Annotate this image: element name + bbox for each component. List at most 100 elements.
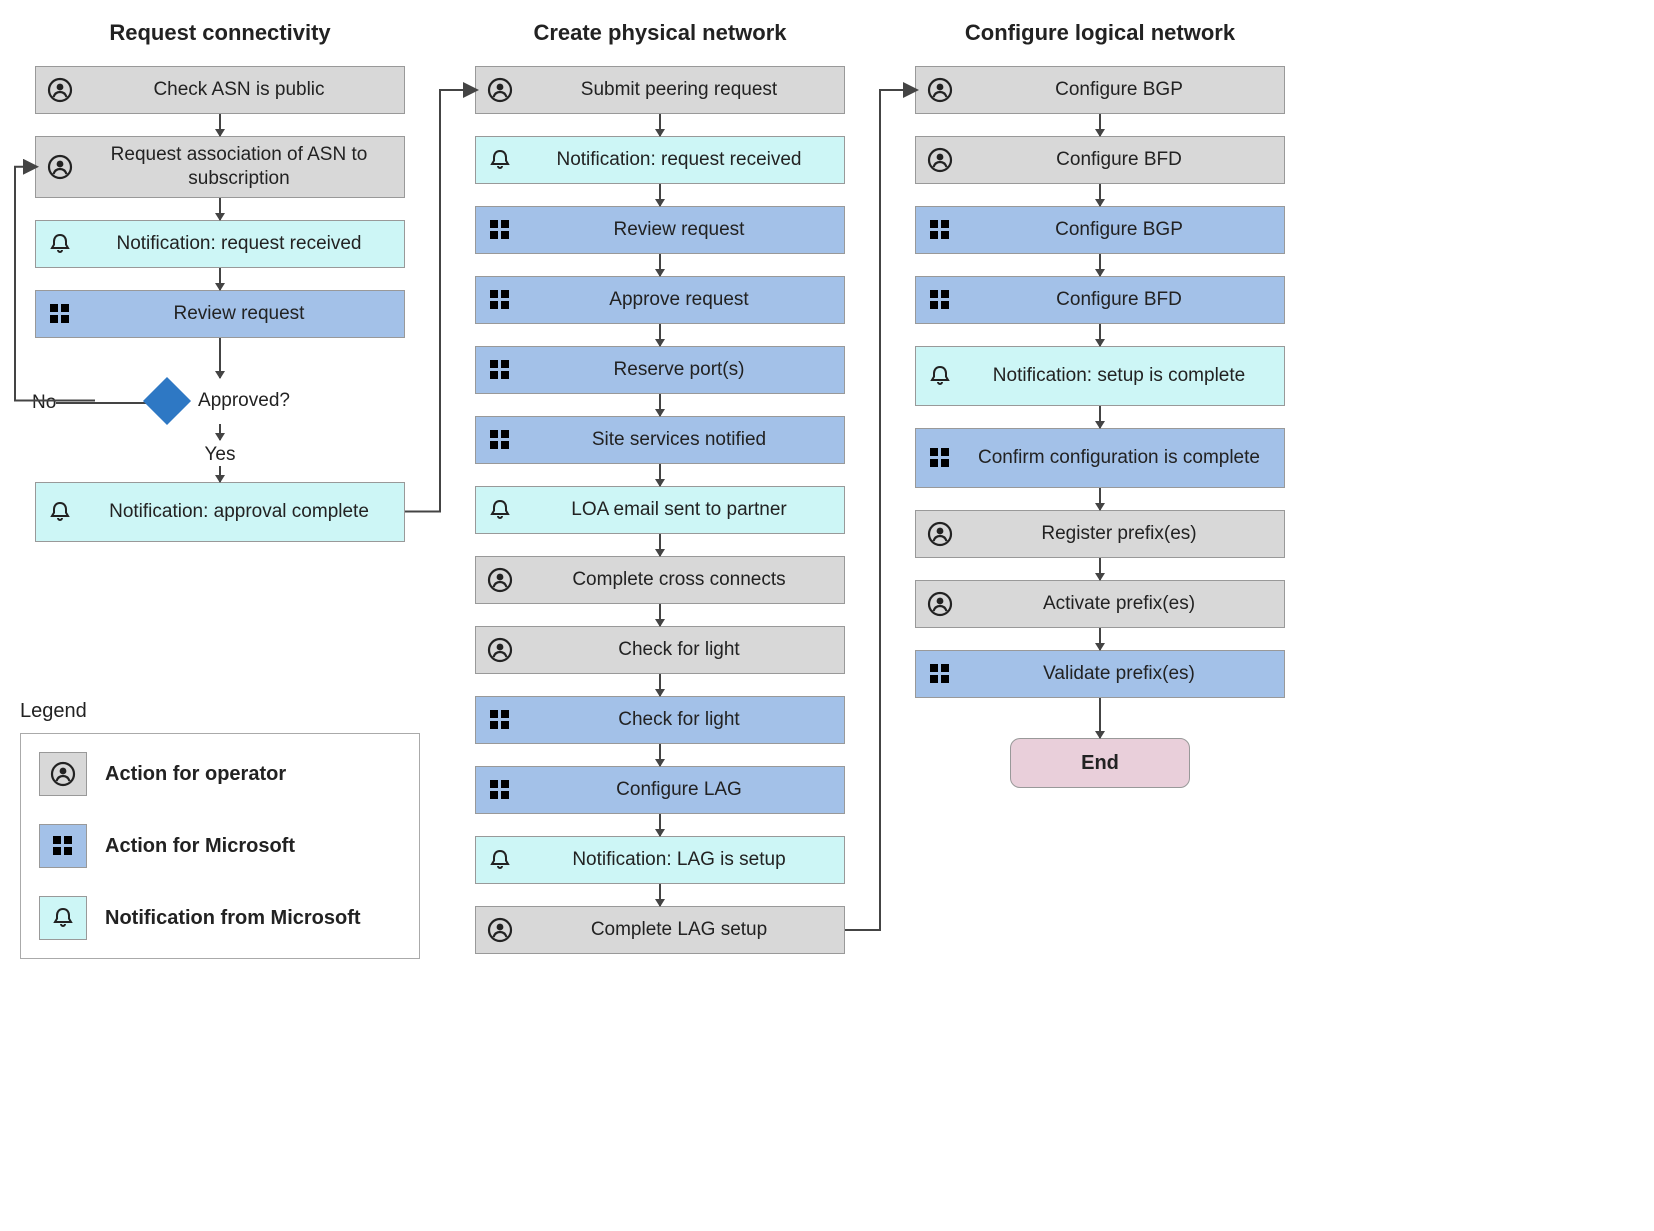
- arrow-down: [659, 534, 661, 556]
- step-complete-lag-setup: Complete LAG setup: [475, 906, 845, 954]
- legend-row-notification: Notification from Microsoft: [39, 896, 401, 940]
- step-label: Check for light: [524, 632, 844, 668]
- arrow-down: [1099, 406, 1101, 428]
- arrow-down: [659, 604, 661, 626]
- step-submit-peering: Submit peering request: [475, 66, 845, 114]
- step-approve-request: Approve request: [475, 276, 845, 324]
- legend-label: Action for Microsoft: [105, 835, 295, 858]
- arrow-down: [1099, 558, 1101, 580]
- arrow-down: [219, 338, 221, 378]
- step-label: Configure BGP: [964, 212, 1284, 248]
- step-label: Confirm configuration is complete: [964, 440, 1284, 476]
- step-check-light-op: Check for light: [475, 626, 845, 674]
- step-configure-bfd-op: Configure BFD: [915, 136, 1285, 184]
- user-icon: [476, 77, 524, 103]
- step-notification-lag: Notification: LAG is setup: [475, 836, 845, 884]
- bell-icon: [476, 497, 524, 523]
- bell-icon: [36, 499, 84, 525]
- step-label: Review request: [84, 296, 404, 332]
- legend-label: Action for operator: [105, 763, 286, 786]
- user-icon: [916, 521, 964, 547]
- end-label: End: [1081, 752, 1119, 775]
- user-icon: [36, 154, 84, 180]
- step-label: Notification: approval complete: [84, 494, 404, 530]
- decision-no-label: No: [32, 392, 56, 414]
- step-notification-setup-complete: Notification: setup is complete: [915, 346, 1285, 406]
- step-validate-prefixes: Validate prefix(es): [915, 650, 1285, 698]
- end-terminal: End: [1010, 738, 1190, 788]
- decision-yes-label: Yes: [205, 444, 236, 466]
- arrow-down: [659, 394, 661, 416]
- flowchart: Request connectivity Check ASN is public…: [20, 20, 1320, 954]
- user-icon: [39, 752, 87, 796]
- arrow-down: [659, 674, 661, 696]
- step-label: Configure BFD: [964, 142, 1284, 178]
- step-label: Request association of ASN to subscripti…: [84, 137, 404, 197]
- step-check-light-ms: Check for light: [475, 696, 845, 744]
- step-label: Submit peering request: [524, 72, 844, 108]
- step-check-asn: Check ASN is public: [35, 66, 405, 114]
- step-label: Configure BFD: [964, 282, 1284, 318]
- microsoft-icon: [916, 445, 964, 471]
- microsoft-icon: [916, 661, 964, 687]
- arrow-down: [219, 198, 221, 220]
- arrow-down: [659, 814, 661, 836]
- step-register-prefixes: Register prefix(es): [915, 510, 1285, 558]
- step-activate-prefixes: Activate prefix(es): [915, 580, 1285, 628]
- microsoft-icon: [39, 824, 87, 868]
- step-label: Check ASN is public: [84, 72, 404, 108]
- legend-title: Legend: [20, 700, 420, 723]
- microsoft-icon: [476, 217, 524, 243]
- arrow-down: [219, 268, 221, 290]
- user-icon: [476, 567, 524, 593]
- decision-approved: No Approved?: [150, 384, 290, 418]
- arrow-down: [659, 324, 661, 346]
- arrow-down: [1099, 254, 1101, 276]
- microsoft-icon: [36, 301, 84, 327]
- step-review-request: Review request: [35, 290, 405, 338]
- legend-row-operator: Action for operator: [39, 752, 401, 796]
- step-label: Validate prefix(es): [964, 656, 1284, 692]
- decision-label: Approved?: [198, 390, 290, 412]
- column-title: Configure logical network: [965, 20, 1235, 46]
- column-title: Request connectivity: [109, 20, 330, 46]
- arrow-down: [1099, 628, 1101, 650]
- microsoft-icon: [476, 287, 524, 313]
- arrow-down: [219, 114, 221, 136]
- arrow-down: [219, 466, 221, 482]
- microsoft-icon: [476, 777, 524, 803]
- user-icon: [916, 591, 964, 617]
- bell-icon: [39, 896, 87, 940]
- step-label: Notification: LAG is setup: [524, 842, 844, 878]
- diamond-icon: [143, 376, 191, 424]
- step-notification-approval: Notification: approval complete: [35, 482, 405, 542]
- microsoft-icon: [476, 707, 524, 733]
- arrow-down: [1099, 324, 1101, 346]
- step-label: Notification: request received: [84, 226, 404, 262]
- step-complete-cross-connects: Complete cross connects: [475, 556, 845, 604]
- arrow-down: [1099, 114, 1101, 136]
- step-configure-lag: Configure LAG: [475, 766, 845, 814]
- step-label: Complete cross connects: [524, 562, 844, 598]
- user-icon: [916, 147, 964, 173]
- step-configure-bfd-ms: Configure BFD: [915, 276, 1285, 324]
- arrow-down: [1099, 488, 1101, 510]
- bell-icon: [916, 363, 964, 389]
- step-reserve-ports: Reserve port(s): [475, 346, 845, 394]
- step-loa-email: LOA email sent to partner: [475, 486, 845, 534]
- step-notification-received: Notification: request received: [35, 220, 405, 268]
- step-label: Reserve port(s): [524, 352, 844, 388]
- step-label: Check for light: [524, 702, 844, 738]
- step-label: Approve request: [524, 282, 844, 318]
- step-configure-bgp-ms: Configure BGP: [915, 206, 1285, 254]
- user-icon: [476, 917, 524, 943]
- column-configure-logical-network: Configure logical network Configure BGP …: [900, 20, 1300, 788]
- step-site-services: Site services notified: [475, 416, 845, 464]
- arrow-down: [659, 254, 661, 276]
- step-notification-received-2: Notification: request received: [475, 136, 845, 184]
- arrow-down: [659, 744, 661, 766]
- column-create-physical-network: Create physical network Submit peering r…: [460, 20, 860, 954]
- legend-row-microsoft: Action for Microsoft: [39, 824, 401, 868]
- bell-icon: [476, 847, 524, 873]
- step-label: Register prefix(es): [964, 516, 1284, 552]
